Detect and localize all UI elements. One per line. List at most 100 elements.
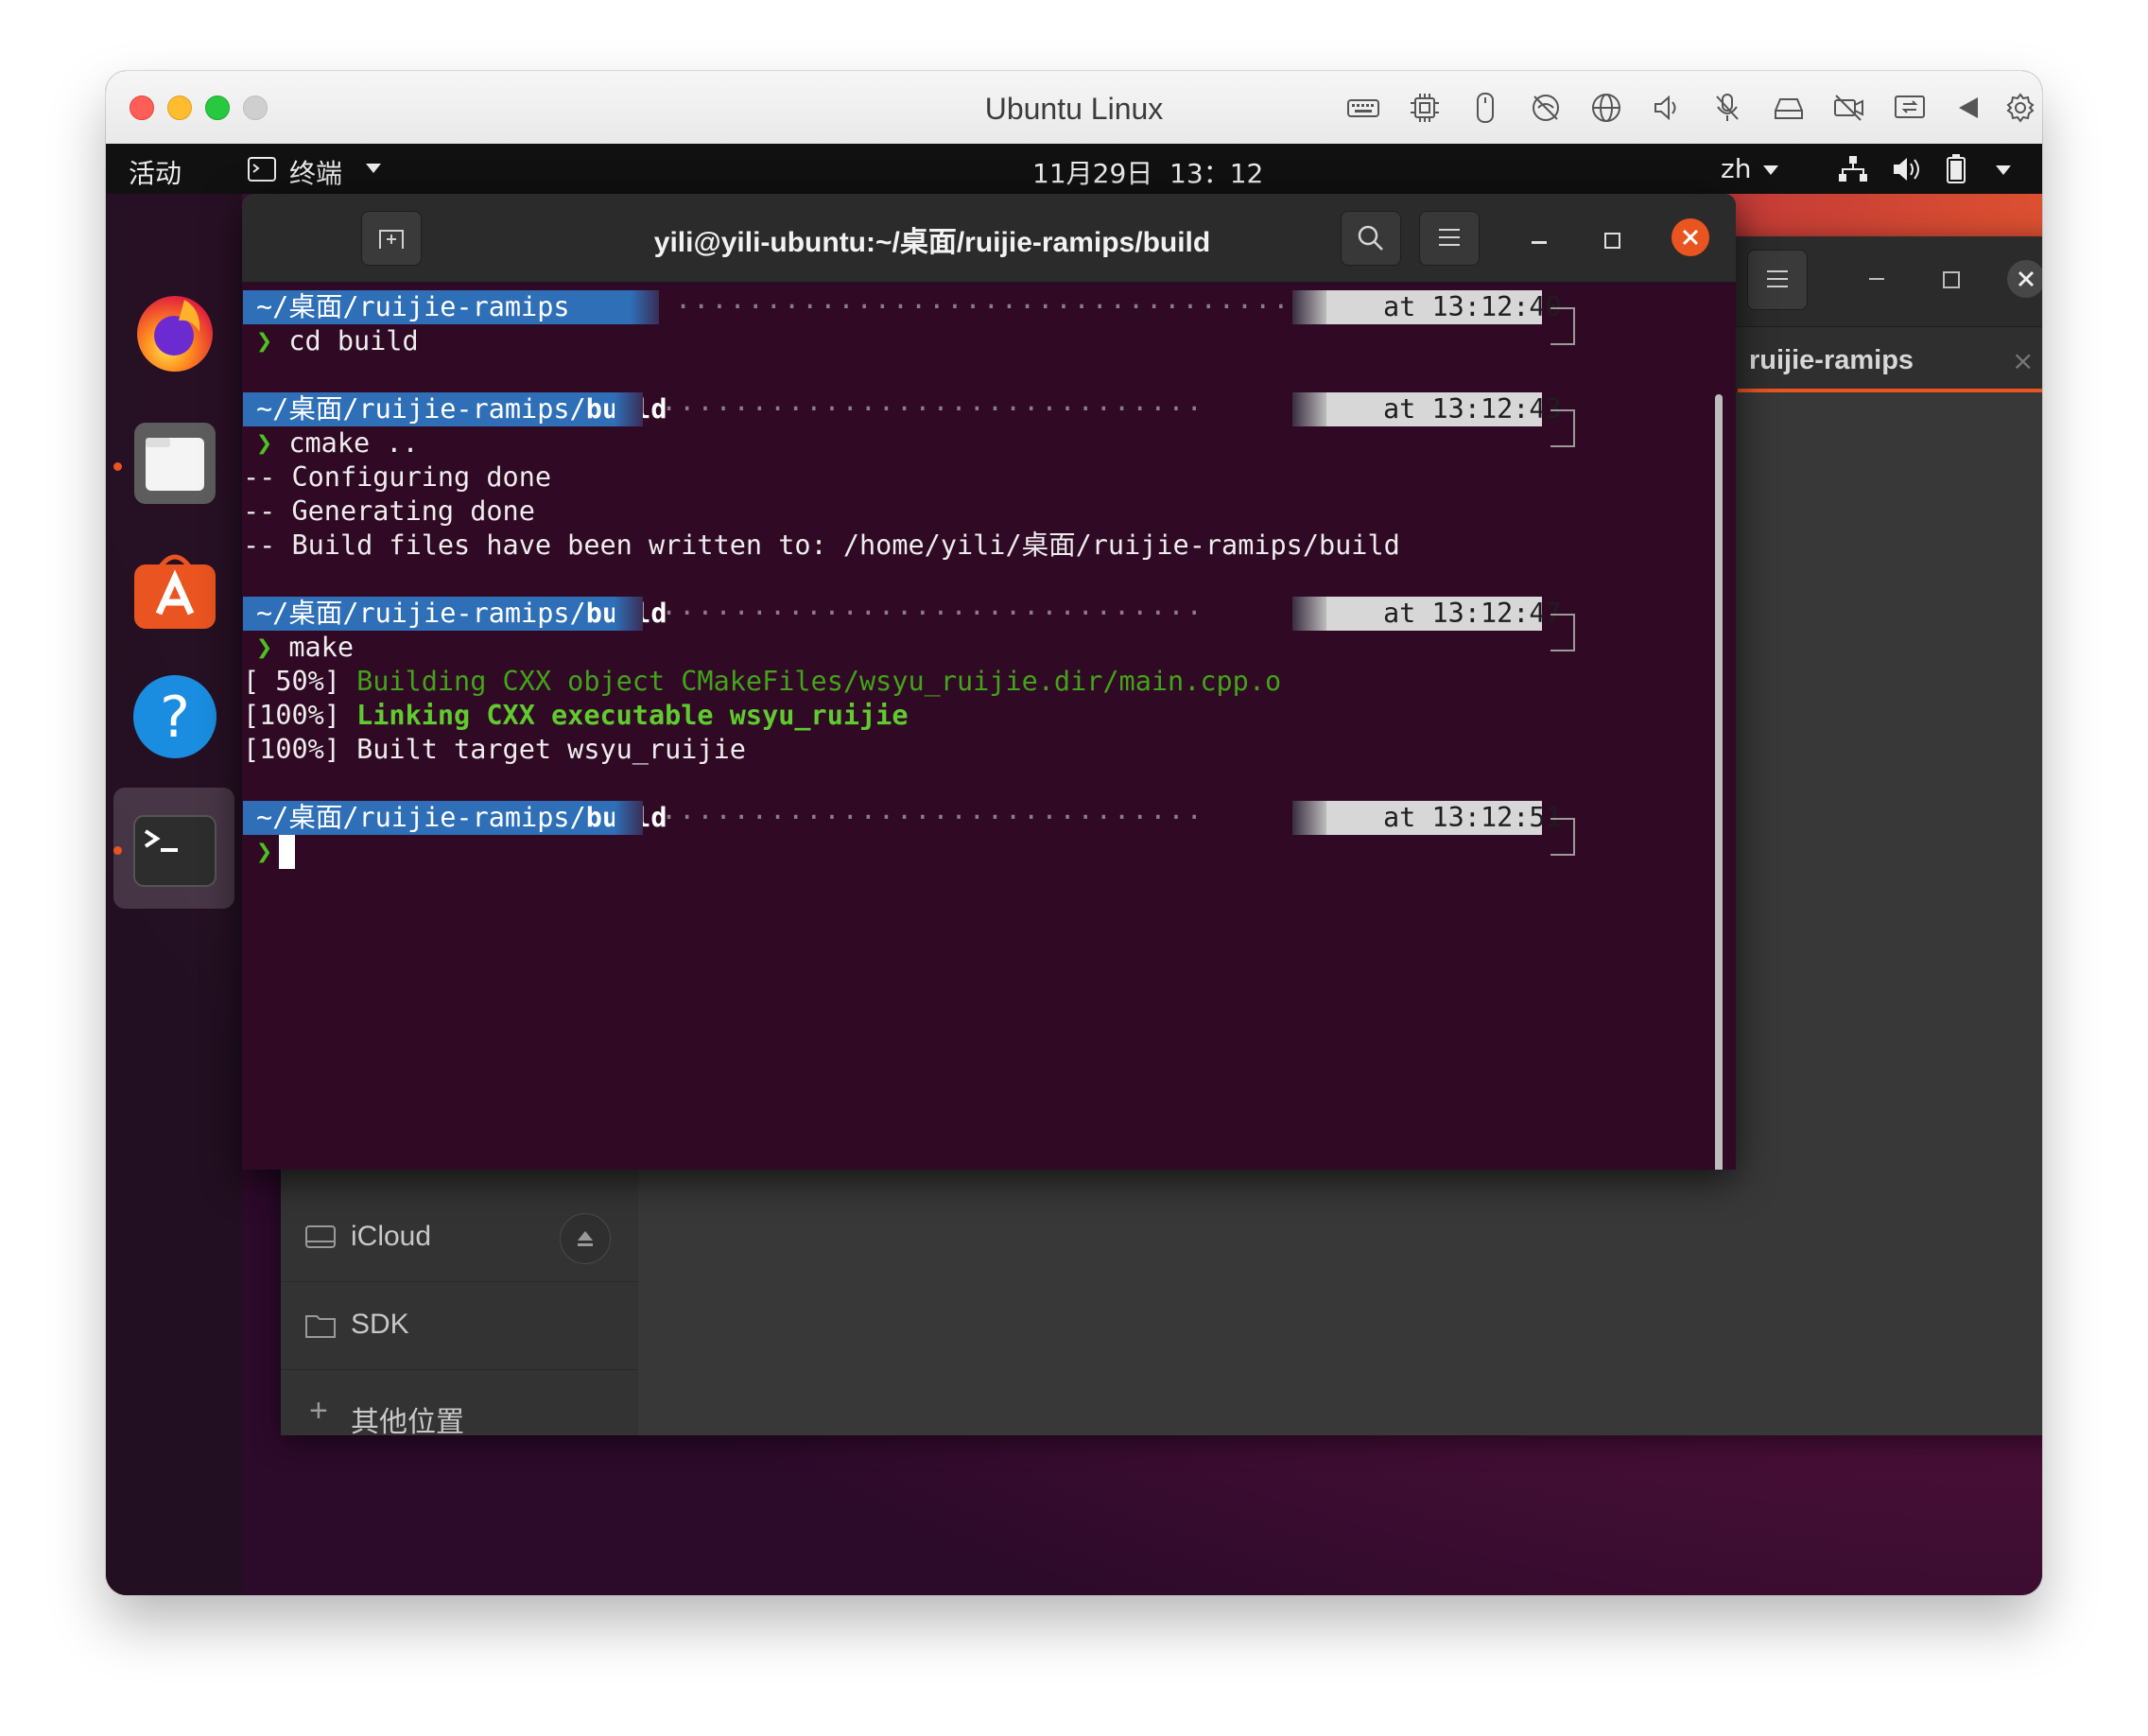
camera-off-icon[interactable] xyxy=(1832,92,1864,124)
prompt-path-prefix: ~/桌面/ruijie-ramips/ xyxy=(256,598,586,629)
keyboard-icon[interactable] xyxy=(1346,92,1379,124)
maximize-icon[interactable] xyxy=(1943,271,1960,288)
ubuntu-top-bar: 活动 终端 11月29日 13：12 zh xyxy=(106,144,2042,194)
prompt-arrow-icon: ❯ xyxy=(256,325,273,356)
prompt-path: ~/桌面/ruijie-ramips/build xyxy=(243,597,667,631)
microphone-icon[interactable] xyxy=(1711,92,1743,124)
command-text: cd build xyxy=(288,325,419,356)
display-icon[interactable] xyxy=(1893,92,1925,124)
command-line: ❯ cmake .. xyxy=(256,426,419,460)
vm-titlebar: Ubuntu Linux xyxy=(106,71,2042,145)
svg-text:?: ? xyxy=(160,685,190,751)
prompt-path-prefix: ~/桌面/ruijie-ramips/ xyxy=(256,802,586,833)
prompt-path: ~/桌面/ruijie-ramips/build xyxy=(243,392,667,426)
terminal-headerbar: yili@yili-ubuntu:~/桌面/ruijie-ramips/buil… xyxy=(242,194,1736,283)
command-line: ❯ cd build xyxy=(256,324,419,358)
prompt-path: ~/桌面/ruijie-ramips/build xyxy=(243,801,667,835)
clock[interactable]: 11月29日 13：12 xyxy=(1032,153,1263,191)
files-tab[interactable]: ruijie-ramips × xyxy=(1738,336,2042,394)
maximize-icon[interactable] xyxy=(1604,233,1620,249)
firefox-icon[interactable] xyxy=(132,288,217,373)
running-indicator xyxy=(113,462,122,471)
sidebar-item-icloud[interactable]: iCloud xyxy=(281,1194,638,1282)
tab-close-icon[interactable]: × xyxy=(2012,345,2034,376)
prompt-arrow-icon: ❯ xyxy=(256,427,273,459)
tab-label: ruijie-ramips xyxy=(1749,345,1914,375)
chevron-down-icon xyxy=(365,163,382,174)
running-indicator xyxy=(113,846,122,855)
hamburger-icon xyxy=(1439,229,1460,246)
sidebar-item-label: 其他位置 xyxy=(351,1407,464,1438)
sidebar-item-other-locations[interactable]: + 其他位置 xyxy=(281,1370,638,1457)
plus-icon: + xyxy=(309,1393,328,1429)
prompt-line: ~/桌面/ruijie-ramips/build ···············… xyxy=(242,597,1660,651)
sidebar-item-label: SDK xyxy=(351,1309,409,1340)
gear-icon[interactable] xyxy=(2004,92,2036,124)
prompt-line: ~/桌面/ruijie-ramips ·····················… xyxy=(242,290,1660,345)
prompt-bracket xyxy=(1550,614,1575,651)
command-line: ❯ xyxy=(256,835,272,869)
progress-percent: [ 50%] xyxy=(243,666,357,697)
terminal-small-icon xyxy=(248,157,276,182)
input-language[interactable]: zh xyxy=(1721,153,1751,184)
output-line: [100%] Linking CXX executable wsyu_ruiji… xyxy=(243,699,909,733)
terminal-scrollbar[interactable] xyxy=(1715,394,1723,1170)
app-store-icon[interactable] xyxy=(132,546,217,631)
chevron-down-icon xyxy=(1762,165,1779,176)
prompt-fade xyxy=(1292,392,1326,426)
volume-icon[interactable] xyxy=(1891,155,1923,183)
cpu-icon[interactable] xyxy=(1409,92,1441,124)
prompt-fade xyxy=(615,392,643,426)
mouse-icon[interactable] xyxy=(1469,92,1501,124)
output-line: -- Configuring done xyxy=(243,461,552,493)
disk-icon[interactable] xyxy=(1772,92,1804,124)
search-icon xyxy=(1358,225,1383,251)
command-line: ❯ make xyxy=(256,631,354,665)
system-menu-chevron-icon[interactable] xyxy=(1995,165,2012,176)
app-menu-label: 终端 xyxy=(289,158,343,189)
terminal-icon[interactable] xyxy=(132,808,217,894)
new-tab-icon xyxy=(379,230,404,249)
terminal-menu-button[interactable] xyxy=(1419,211,1480,266)
network-icon[interactable] xyxy=(1838,155,1868,183)
prompt-time: at 13:12:40 xyxy=(1326,290,1562,324)
prompt-path-prefix: ~/桌面/ruijie-ramips/ xyxy=(256,393,586,425)
prompt-fade xyxy=(1292,597,1326,631)
eject-icon[interactable] xyxy=(560,1213,611,1264)
prompt-path: ~/桌面/ruijie-ramips xyxy=(243,290,632,324)
prompt-fade xyxy=(1292,290,1326,324)
globe-icon[interactable] xyxy=(1590,92,1622,124)
vm-window: Ubuntu Linux 活动 终端 11月29日 13：12 zh ? rui… xyxy=(106,71,2042,1595)
files-menu-button[interactable] xyxy=(1747,250,1808,310)
new-tab-button[interactable] xyxy=(361,211,422,266)
terminal-output[interactable]: ~/桌面/ruijie-ramips ·····················… xyxy=(242,282,1736,1170)
sidebar-item-sdk[interactable]: SDK xyxy=(281,1282,638,1370)
prompt-line: ~/桌面/ruijie-ramips/build ···············… xyxy=(242,801,1660,856)
prompt-dots: ······························ xyxy=(661,802,1204,833)
progress-percent: [100%] xyxy=(243,700,357,731)
command-text: make xyxy=(288,632,354,663)
sidebar-item-label: iCloud xyxy=(351,1221,432,1252)
output-line: [100%] Built target wsyu_ruijie xyxy=(243,734,746,765)
prompt-dots: ·································· xyxy=(675,291,1291,322)
output-line: -- Generating done xyxy=(243,495,535,527)
minimize-icon[interactable] xyxy=(1532,241,1547,244)
battery-icon[interactable] xyxy=(1946,153,1966,183)
prompt-fade xyxy=(615,801,643,835)
activities-button[interactable]: 活动 xyxy=(129,153,182,191)
close-icon[interactable] xyxy=(2007,260,2042,298)
network-off-icon[interactable] xyxy=(1530,92,1562,124)
close-icon[interactable] xyxy=(1672,218,1709,256)
back-arrow-icon[interactable] xyxy=(1953,92,1985,124)
terminal-cursor xyxy=(279,835,295,869)
search-button[interactable] xyxy=(1341,211,1401,266)
prompt-bracket xyxy=(1550,409,1575,447)
speaker-icon[interactable] xyxy=(1651,92,1683,124)
output-line: [ 50%] Building CXX object CMakeFiles/ws… xyxy=(243,665,1281,699)
files-icon[interactable] xyxy=(132,421,217,506)
minimize-icon[interactable] xyxy=(1869,278,1884,280)
prompt-bracket xyxy=(1550,818,1575,856)
command-text: cmake .. xyxy=(288,427,419,459)
terminal-window: yili@yili-ubuntu:~/桌面/ruijie-ramips/buil… xyxy=(242,194,1736,1170)
help-icon[interactable]: ? xyxy=(132,674,217,759)
